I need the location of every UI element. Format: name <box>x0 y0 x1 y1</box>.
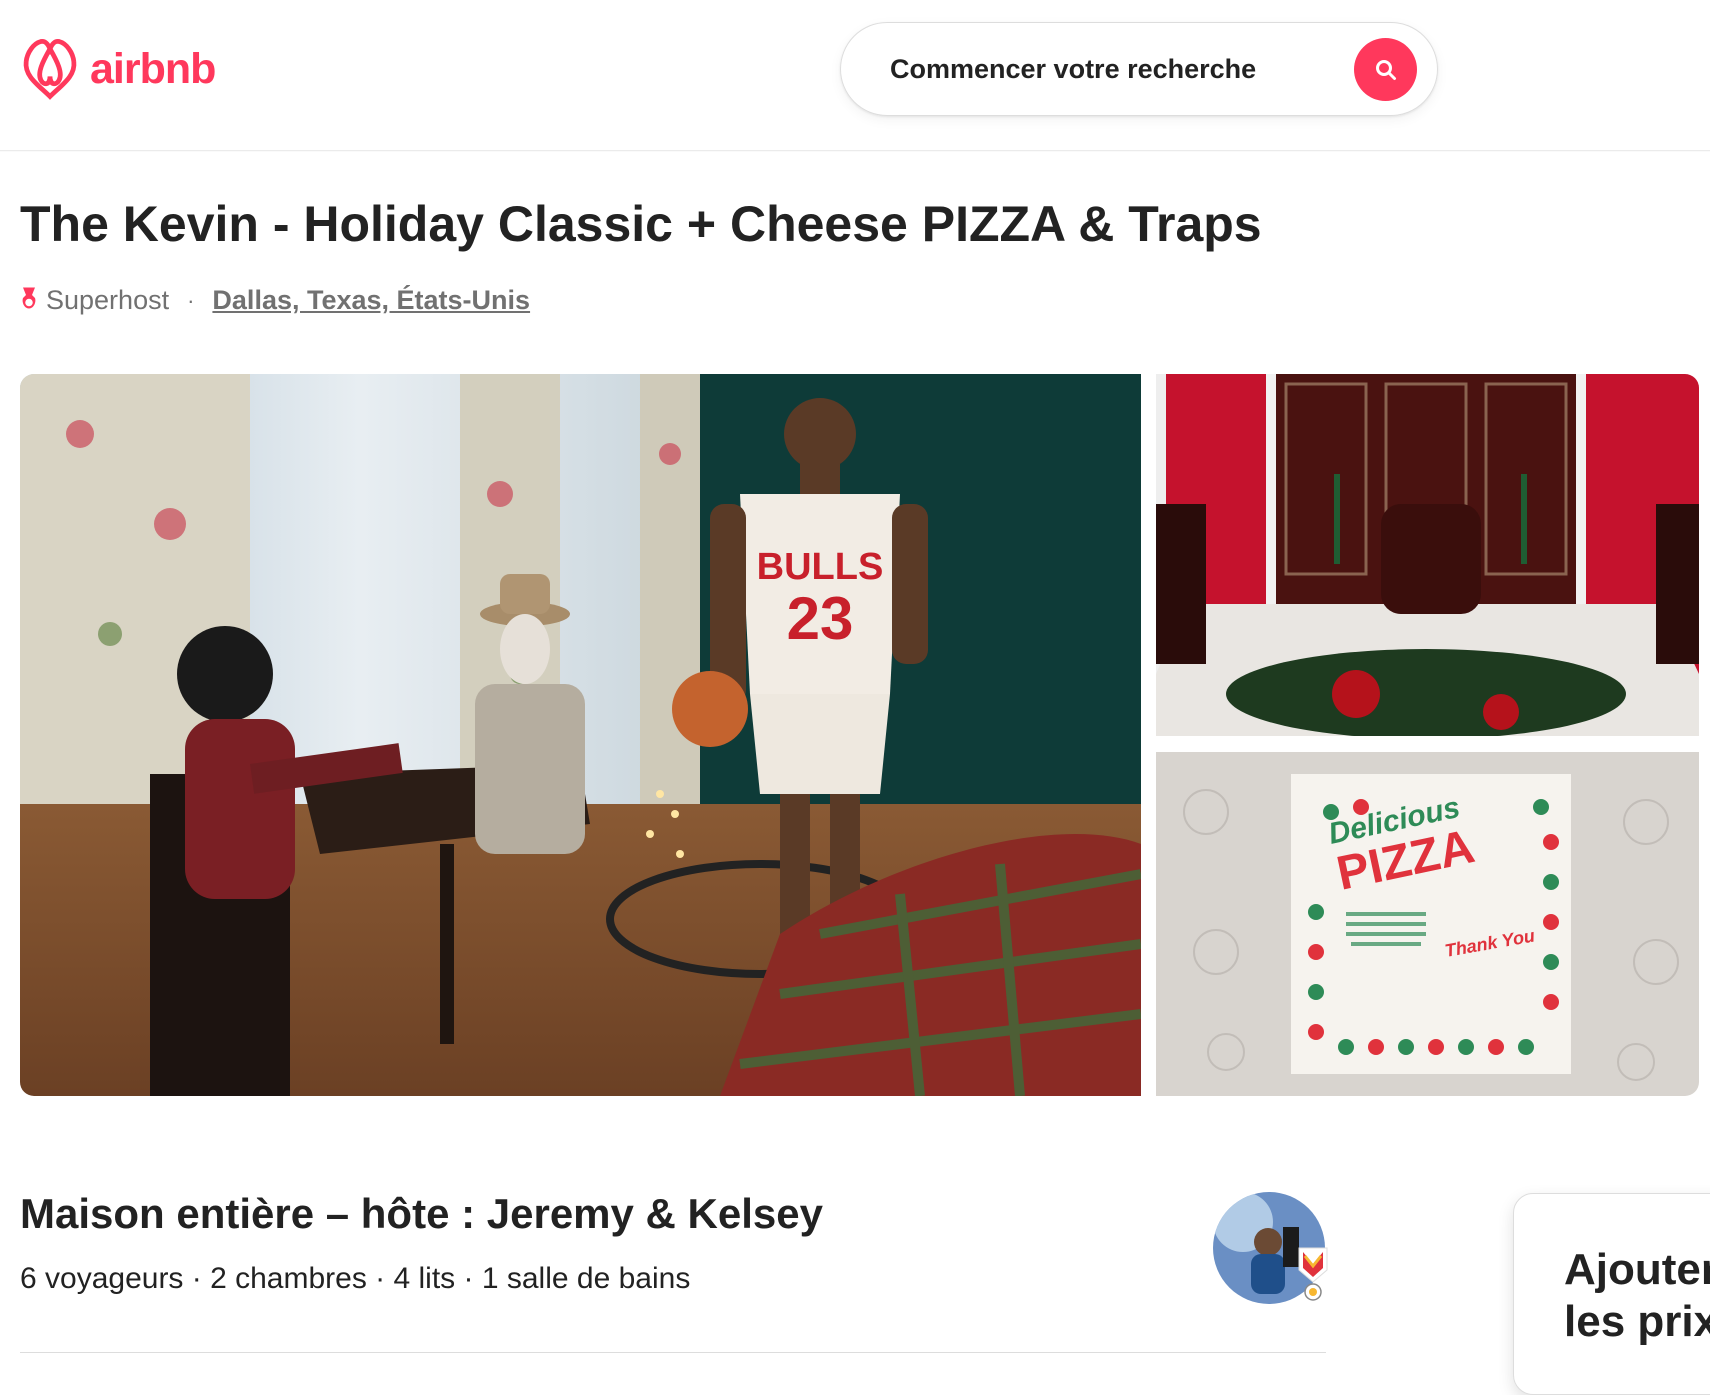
search-button[interactable] <box>1354 38 1417 101</box>
listing-capacity-details: 6 voyageurs · 2 chambres · 4 lits · 1 sa… <box>20 1262 691 1295</box>
superhost-label: Superhost <box>46 285 170 315</box>
photo-main-living-room[interactable]: BULLS 23 <box>20 374 1141 1096</box>
top-navbar: airbnb Commencer votre recherche <box>0 0 1710 151</box>
airbnb-logo-link[interactable]: airbnb <box>20 36 216 102</box>
logo-wordmark: airbnb <box>90 44 216 93</box>
listing-subline: Superhost · Dallas, Texas, États-Unis <box>20 285 530 316</box>
search-bar[interactable]: Commencer votre recherche <box>840 22 1438 116</box>
airbnb-belo-icon <box>23 38 77 100</box>
search-icon <box>1375 59 1396 80</box>
superhost-ribbon-icon <box>22 287 36 308</box>
add-dates-prompt: Ajouter les prix <box>1564 1245 1710 1346</box>
listing-title: The Kevin - Holiday Classic + Cheese PIZ… <box>20 196 1262 252</box>
price-card: Ajouter les prix <box>1513 1193 1710 1395</box>
photo-gallery: BULLS 23 Delicious PIZZA Thank You <box>20 374 1699 1096</box>
jersey-number: 23 <box>787 585 854 652</box>
superhost-badge-icon <box>1298 1247 1328 1301</box>
photo-pizza-box[interactable]: Delicious PIZZA Thank You <box>1156 752 1699 1096</box>
jersey-team: BULLS <box>757 546 884 588</box>
location-link[interactable]: Dallas, Texas, États-Unis <box>212 285 530 316</box>
section-divider <box>20 1352 1326 1353</box>
photo-dining-room[interactable] <box>1156 374 1699 736</box>
dining-room-image <box>1156 374 1699 736</box>
search-placeholder: Commencer votre recherche <box>890 53 1257 84</box>
living-room-image: BULLS 23 <box>20 374 1141 1096</box>
listing-summary-title: Maison entière – hôte : Jeremy & Kelsey <box>20 1190 823 1237</box>
separator-dot: · <box>187 287 195 313</box>
pizza-box-image: Delicious PIZZA Thank You <box>1156 752 1699 1096</box>
